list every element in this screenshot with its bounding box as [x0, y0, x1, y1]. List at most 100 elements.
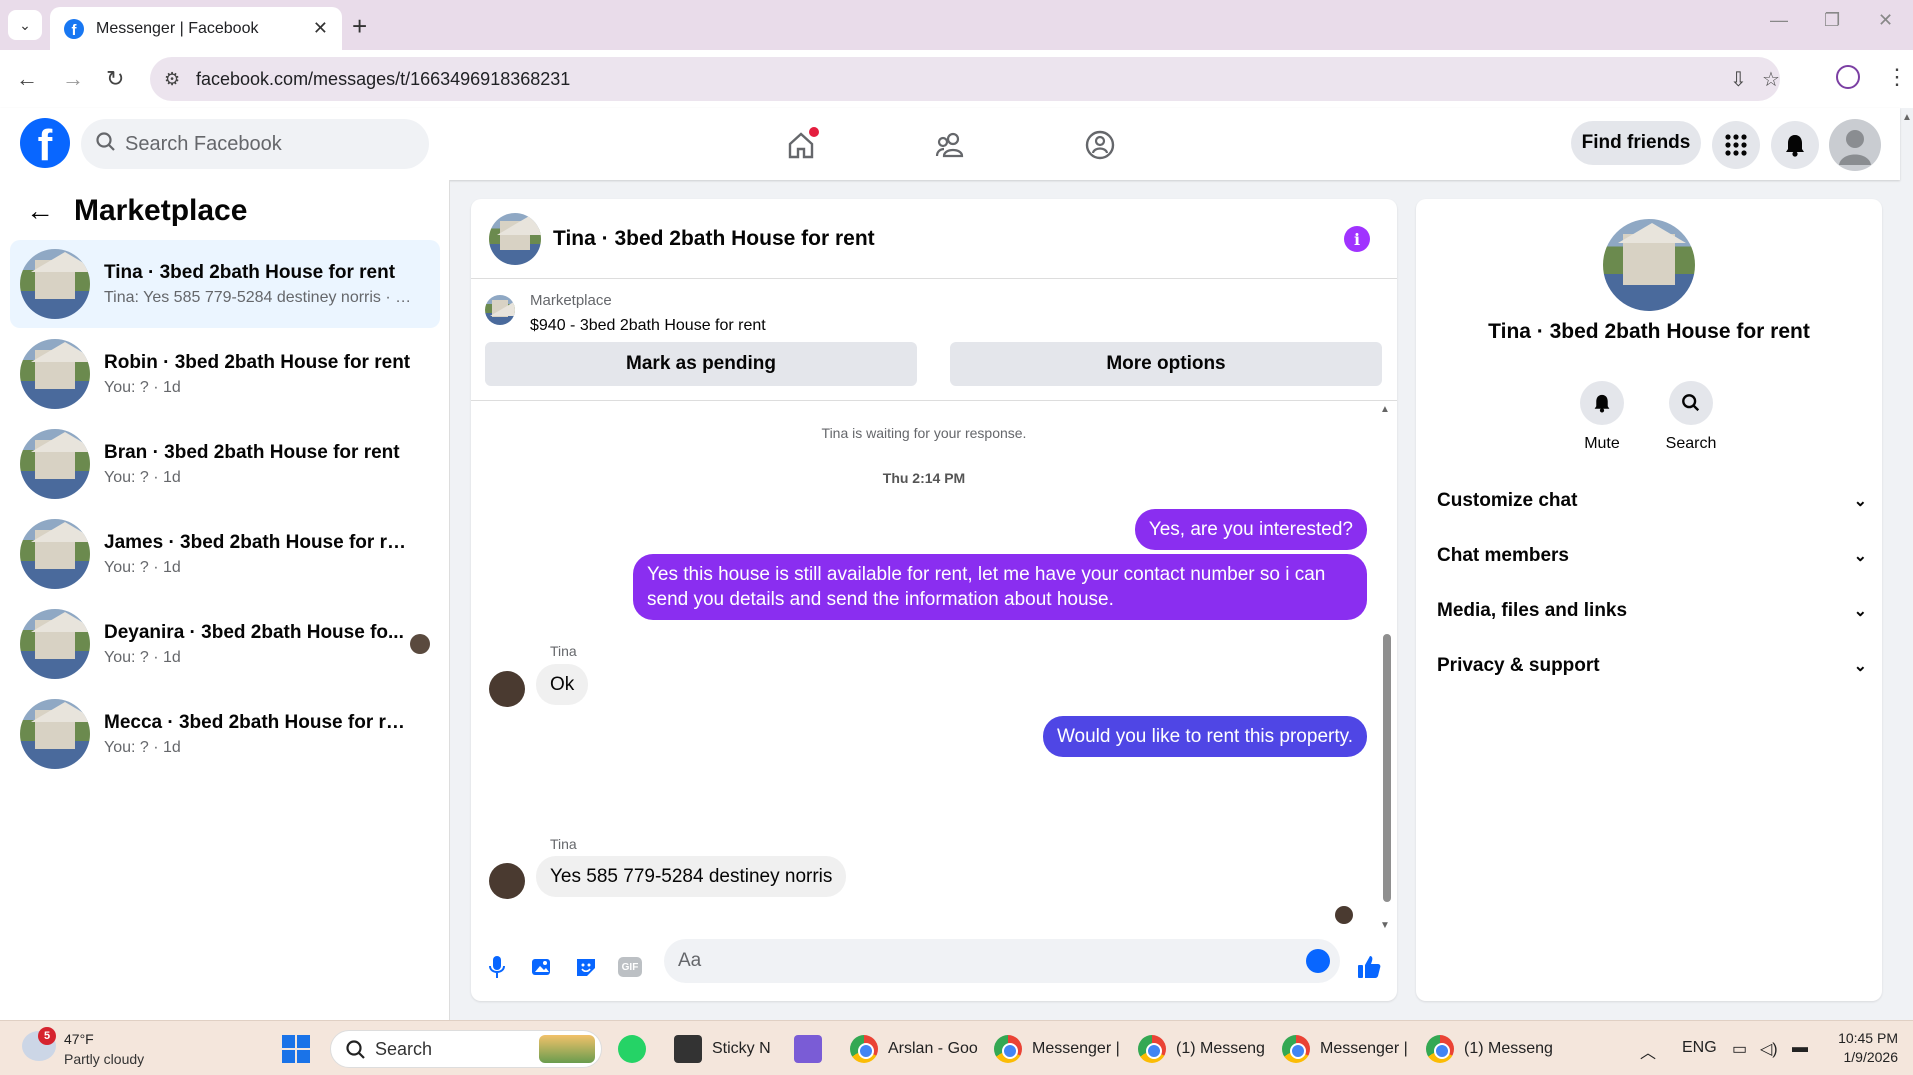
microphone-icon[interactable]	[483, 953, 511, 981]
outgoing-message[interactable]: Yes, are you interested?	[1134, 509, 1367, 550]
sender-avatar[interactable]	[489, 863, 525, 899]
scroll-up-icon[interactable]: ▲	[1380, 404, 1390, 415]
profile-icon[interactable]	[1836, 65, 1860, 89]
system-clock[interactable]: 10:45 PM 1/9/2026	[1834, 1029, 1898, 1067]
menu-grid-icon[interactable]	[1712, 121, 1760, 169]
site-settings-icon[interactable]: ⚙	[164, 69, 180, 90]
new-tab-button[interactable]: +	[352, 11, 367, 42]
conversation-item[interactable]: Tina · 3bed 2bath House for rent Tina: Ye…	[10, 240, 440, 328]
search-icon	[346, 1040, 365, 1059]
taskbar-app-label: (1) Messeng	[1464, 1040, 1553, 1057]
more-options-button[interactable]: More options	[950, 342, 1382, 386]
search-conversation-button[interactable]: Search	[1656, 381, 1726, 453]
like-thumb-icon[interactable]	[1355, 953, 1383, 981]
mark-pending-button[interactable]: Mark as pending	[485, 342, 917, 386]
sender-avatar[interactable]	[489, 671, 525, 707]
taskbar-search[interactable]: Search	[330, 1030, 602, 1068]
groups-nav-icon[interactable]	[1080, 125, 1120, 165]
marketplace-label: Marketplace	[530, 292, 612, 309]
back-arrow-icon[interactable]: ←	[26, 195, 54, 227]
facebook-header: f Search Facebook Find friends	[0, 108, 1900, 180]
bookmark-star-icon[interactable]: ☆	[1762, 67, 1780, 92]
install-app-icon[interactable]: ⇩	[1730, 67, 1747, 92]
scroll-down-icon[interactable]: ▼	[1380, 920, 1390, 931]
close-tab-icon[interactable]: ✕	[313, 18, 328, 39]
chat-title[interactable]: Tina · 3bed 2bath House for rent	[553, 227, 875, 251]
info-icon[interactable]: i	[1344, 226, 1370, 252]
facebook-logo-icon[interactable]: f	[20, 118, 70, 168]
chrome-taskbar-item[interactable]: (1) Messeng	[1138, 1031, 1265, 1067]
emoji-icon[interactable]	[1306, 949, 1330, 973]
outgoing-message[interactable]: Would you like to rent this property.	[1042, 716, 1367, 757]
whatsapp-taskbar-icon[interactable]	[618, 1031, 646, 1067]
page-scroll-up-icon[interactable]: ▲	[1902, 112, 1912, 123]
sticker-icon[interactable]	[572, 953, 600, 981]
address-bar-row: ← → ↻ ⚙ facebook.com/messages/t/16634969…	[0, 50, 1913, 108]
photo-icon[interactable]	[528, 953, 556, 981]
media-files-links-section[interactable]: Media, files and links ⌄	[1437, 591, 1867, 631]
find-friends-button[interactable]: Find friends	[1571, 121, 1701, 165]
temperature: 47°F	[64, 1031, 94, 1047]
search-input[interactable]: Search Facebook	[81, 119, 429, 169]
home-nav-icon[interactable]	[781, 125, 821, 165]
browser-tab[interactable]: f Messenger | Facebook ✕	[50, 7, 342, 50]
chrome-taskbar-item[interactable]: (1) Messeng	[1426, 1031, 1553, 1067]
volume-icon[interactable]: ◁)	[1760, 1039, 1778, 1059]
waiting-notice: Tina is waiting for your response.	[821, 425, 1027, 441]
snipping-tool-taskbar-icon[interactable]	[794, 1031, 822, 1067]
start-button[interactable]	[282, 1035, 310, 1063]
account-avatar[interactable]	[1829, 119, 1881, 171]
network-icon[interactable]: ▭	[1732, 1039, 1747, 1059]
browser-menu-icon[interactable]: ⋮	[1886, 64, 1908, 90]
close-window-icon[interactable]: ✕	[1878, 10, 1893, 31]
chat-avatar[interactable]	[489, 212, 541, 265]
customize-chat-section[interactable]: Customize chat ⌄	[1437, 481, 1867, 521]
chat-members-section[interactable]: Chat members ⌄	[1437, 536, 1867, 576]
conversation-item[interactable]: James · 3bed 2bath House for rent You: ? …	[10, 510, 440, 598]
listing-thumbnail	[485, 295, 515, 325]
chrome-taskbar-item[interactable]: Arslan - Goo	[850, 1031, 978, 1067]
conversation-item[interactable]: Bran · 3bed 2bath House for rent You: ? ·…	[10, 420, 440, 508]
privacy-support-section[interactable]: Privacy & support ⌄	[1437, 646, 1867, 686]
conversation-item[interactable]: Mecca · 3bed 2bath House for rent You: ? …	[10, 690, 440, 778]
notification-dot	[809, 127, 819, 137]
incoming-message[interactable]: Ok	[536, 664, 589, 705]
incoming-message[interactable]: Yes 585 779-5284 destiney norris	[536, 856, 847, 897]
chrome-taskbar-item[interactable]: Messenger |	[994, 1031, 1120, 1067]
show-hidden-icons-icon[interactable]: ︿	[1640, 1039, 1656, 1063]
conversation-name: Tina · 3bed 2bath House for rent	[104, 261, 396, 283]
minimize-icon[interactable]: —	[1770, 10, 1788, 31]
conversation-item[interactable]: Deyanira · 3bed 2bath House fo... You: ? …	[10, 600, 440, 688]
reload-icon[interactable]: ↻	[106, 66, 124, 92]
scrollbar-thumb[interactable]	[1383, 634, 1391, 902]
notifications-bell-icon[interactable]	[1771, 121, 1819, 169]
mute-button[interactable]: Mute	[1567, 381, 1637, 453]
sticky-notes-taskbar[interactable]: Sticky N	[674, 1031, 771, 1067]
conversation-preview: Tina: Yes 585 779-5284 destiney norris ·…	[104, 288, 414, 306]
tab-search-dropdown[interactable]: ⌄	[8, 10, 42, 40]
url-field[interactable]: ⚙ facebook.com/messages/t/16634969183682…	[150, 57, 1780, 101]
details-avatar[interactable]	[1603, 219, 1695, 311]
outgoing-message[interactable]: Yes this house is still available for re…	[633, 554, 1367, 620]
browser-tabbar: ⌄ f Messenger | Facebook ✕ + — ❐ ✕	[0, 0, 1913, 50]
battery-icon[interactable]: ▬	[1792, 1039, 1808, 1057]
forward-icon[interactable]: →	[62, 66, 84, 92]
search-icon	[96, 132, 115, 151]
conversation-item[interactable]: Robin · 3bed 2bath House for rent You: ? …	[10, 330, 440, 418]
language-indicator[interactable]: ENG	[1682, 1039, 1717, 1057]
restore-icon[interactable]: ❐	[1824, 10, 1840, 31]
conversation-preview: You: ? · 1d	[104, 378, 181, 396]
listing-price[interactable]: $940 - 3bed 2bath House for rent	[530, 317, 766, 335]
facebook-favicon-icon: f	[64, 18, 84, 39]
gif-icon[interactable]: GIF	[616, 953, 644, 981]
search-label: Search	[1665, 435, 1717, 452]
message-scrollbar[interactable]: ▲ ▼	[1380, 404, 1392, 932]
back-icon[interactable]: ←	[16, 66, 38, 92]
friends-nav-icon[interactable]	[931, 125, 971, 165]
listing-thumbnail	[20, 249, 90, 319]
sidebar-title: Marketplace	[74, 194, 248, 227]
search-icon	[1669, 381, 1713, 425]
chrome-taskbar-item[interactable]: Messenger |	[1282, 1031, 1408, 1067]
marketplace-sidebar: ← Marketplace Tina · 3bed 2bath House fo…	[0, 180, 450, 1020]
message-input[interactable]: Aa	[664, 939, 1340, 983]
